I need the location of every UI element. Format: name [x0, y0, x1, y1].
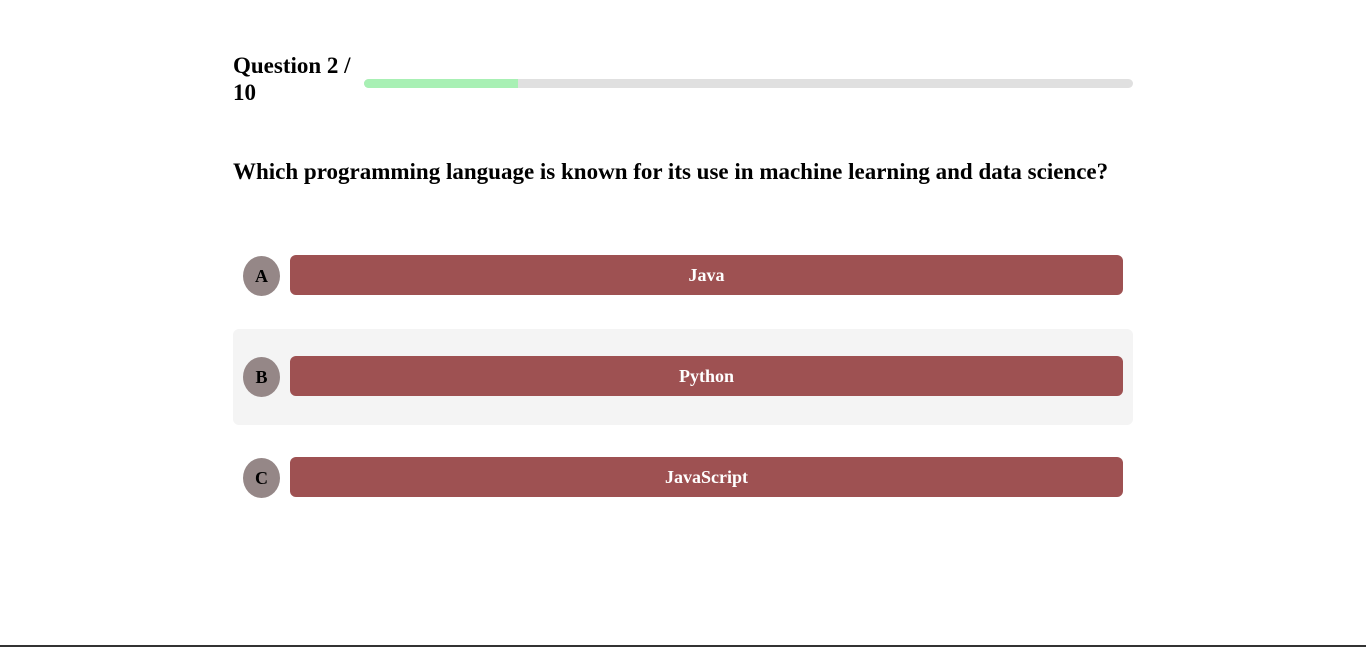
answer-option-a: A Java	[233, 228, 1133, 324]
answer-letter-badge: B	[243, 357, 280, 397]
answer-option-c: C JavaScript	[233, 430, 1133, 526]
answer-list: A Java B Python C JavaScript	[233, 228, 1133, 531]
progress-bar	[364, 79, 1133, 88]
question-text: Which programming language is known for …	[233, 159, 1109, 184]
question-counter: Question 2 / 10	[233, 53, 351, 105]
progress-bar-fill	[364, 79, 518, 88]
answer-letter-badge: C	[243, 458, 280, 498]
quiz-header: Question 2 / 10	[233, 52, 1133, 108]
answer-button-java[interactable]: Java	[290, 255, 1123, 295]
answer-letter-badge: A	[243, 256, 280, 296]
answer-button-javascript[interactable]: JavaScript	[290, 457, 1123, 497]
answer-button-python[interactable]: Python	[290, 356, 1123, 396]
quiz-page: Question 2 / 10 Which programming langua…	[0, 0, 1366, 647]
answer-option-b: B Python	[233, 329, 1133, 425]
